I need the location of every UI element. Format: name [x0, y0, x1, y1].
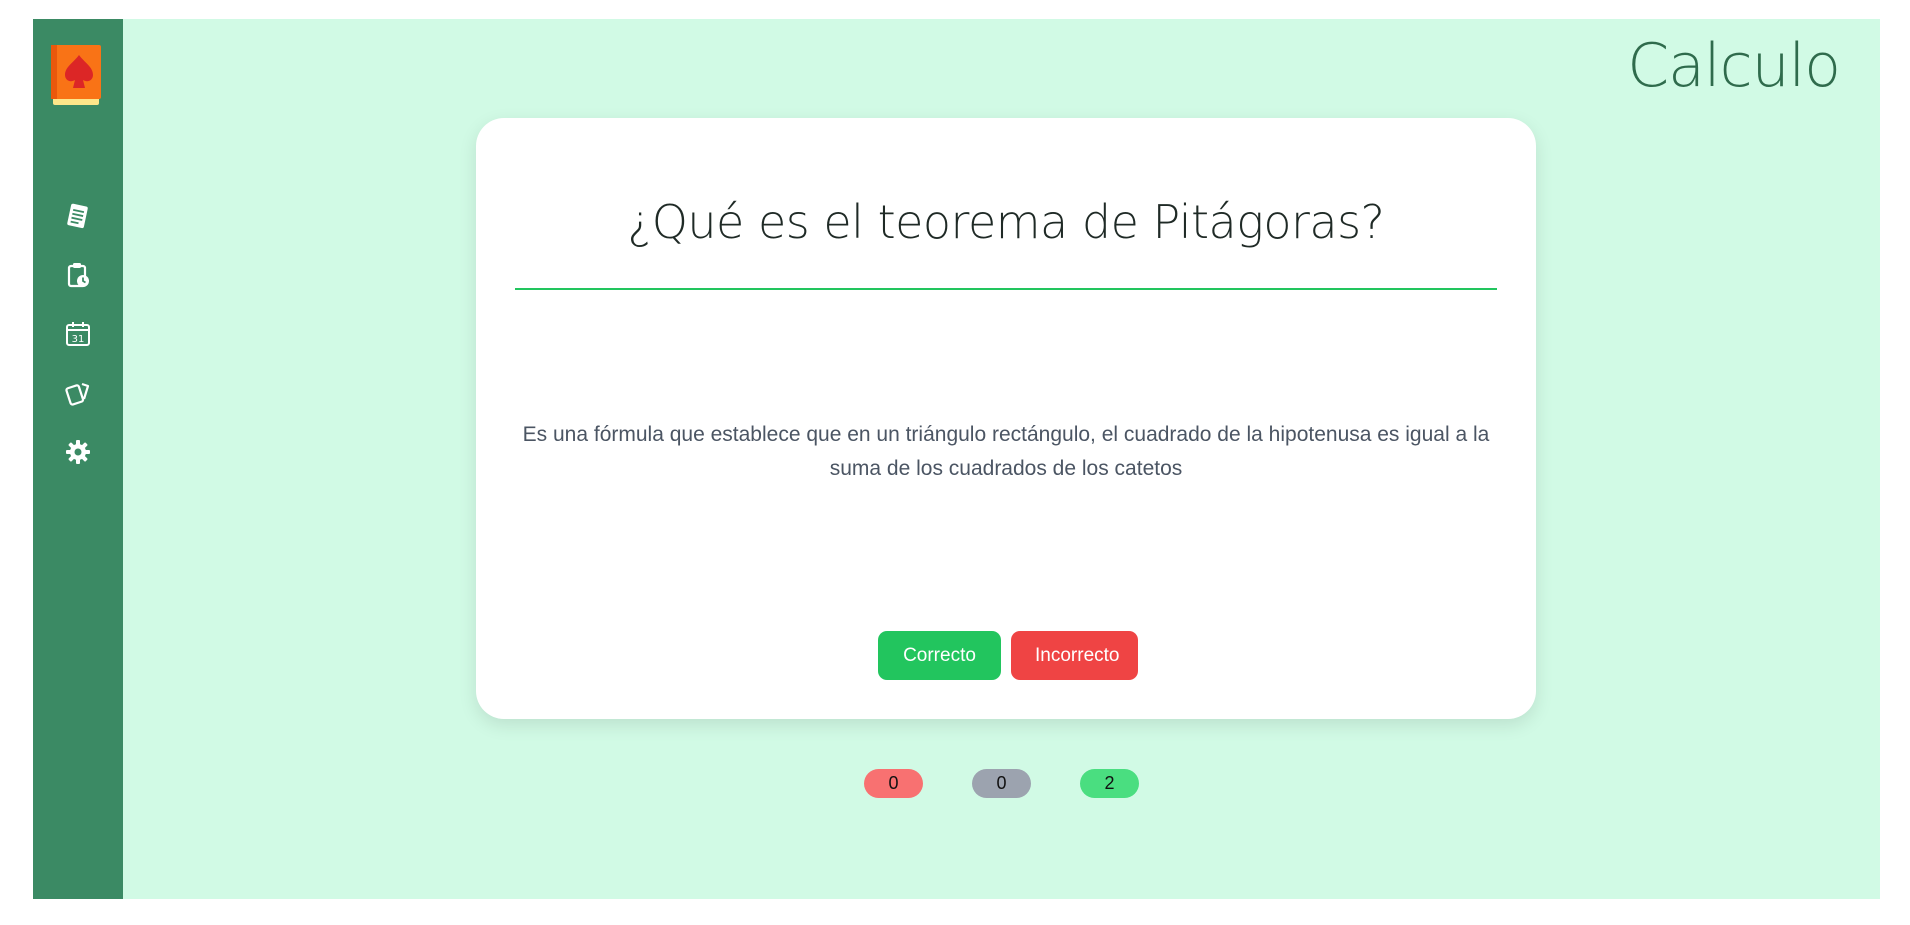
correct-button[interactable]: Correcto — [878, 631, 1001, 680]
svg-text:31: 31 — [72, 334, 85, 345]
gear-icon — [66, 439, 90, 464]
flashcard-divider — [515, 288, 1497, 290]
cards-icon — [65, 382, 90, 406]
flashcard-question: ¿Qué es el teorema de Pitágoras? — [627, 195, 1385, 249]
sidebar-nav: 31 — [33, 186, 123, 481]
flashcard-actions: Correcto Incorrecto — [476, 631, 1536, 680]
incorrect-button[interactable]: Incorrecto — [1011, 631, 1138, 680]
page-title: Calculo — [1627, 31, 1841, 101]
sidebar-item-settings[interactable] — [33, 422, 123, 481]
notes-icon — [67, 203, 88, 228]
score-counters: 0 0 2 — [123, 769, 1880, 798]
sidebar: 31 — [33, 19, 123, 899]
sidebar-item-notes[interactable] — [33, 186, 123, 245]
pending-count-badge: 0 — [972, 769, 1031, 798]
app-logo[interactable] — [51, 45, 101, 107]
flashcard-answer: Es una fórmula que establece que en un t… — [522, 423, 1490, 480]
correct-count-badge: 2 — [1080, 769, 1139, 798]
sidebar-item-tasks[interactable] — [33, 245, 123, 304]
spade-card-deck-icon — [51, 45, 101, 105]
flashcard: ¿Qué es el teorema de Pitágoras? Es una … — [476, 118, 1536, 719]
main-content: Calculo ¿Qué es el teorema de Pitágoras?… — [123, 19, 1880, 899]
sidebar-item-cards[interactable] — [33, 363, 123, 422]
sidebar-item-calendar[interactable]: 31 — [33, 304, 123, 363]
clipboard-clock-icon — [67, 262, 89, 287]
incorrect-count-badge: 0 — [864, 769, 923, 798]
app-frame: 31 Calculo ¿Qué es el teorema de Pitágor… — [33, 19, 1880, 899]
calendar-31-icon: 31 — [66, 321, 90, 346]
